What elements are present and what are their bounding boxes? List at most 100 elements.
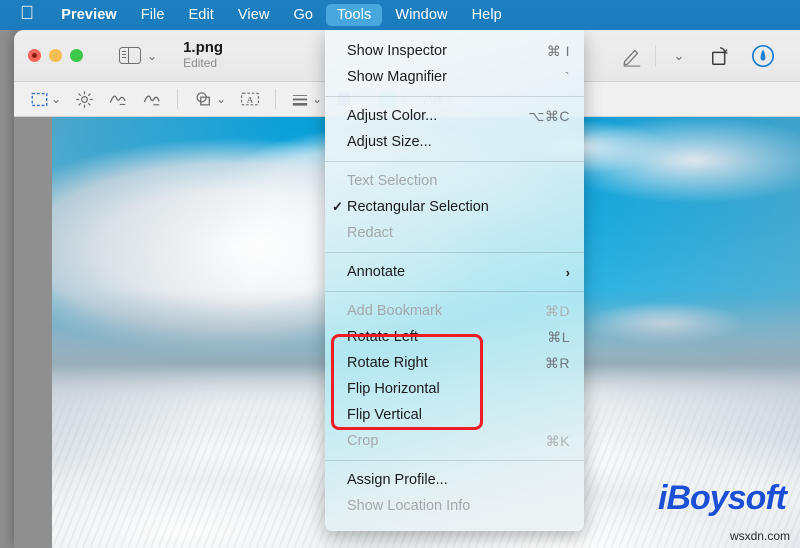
markup-tool-sketch[interactable] (101, 86, 135, 112)
watermark-iboysoft: iBoysoft (658, 479, 787, 517)
markup-divider (275, 89, 277, 109)
menu-bar-item-go[interactable]: Go (283, 4, 325, 26)
menu-item-label: Text Selection (347, 173, 438, 189)
menu-bar-item-preview[interactable]: Preview (50, 4, 128, 26)
menu-bar-item-help[interactable]: Help (461, 4, 513, 26)
menu-item-label: Adjust Color... (347, 108, 438, 124)
sidebar-icon (119, 47, 141, 64)
menu-item-adjust-size[interactable]: Adjust Size... (325, 129, 584, 155)
apple-logo-icon[interactable]:  (14, 4, 50, 26)
shape-style-icon (291, 91, 309, 107)
watermark-site: wsxdn.com (729, 529, 790, 543)
markup-divider (177, 89, 179, 109)
menu-item-label: Rotate Left (347, 329, 418, 345)
menu-bar-item-file[interactable]: File (130, 4, 176, 26)
chevron-down-icon[interactable]: ⌄ (312, 93, 322, 105)
instant-alpha-icon (75, 90, 94, 109)
markup-tool-instant-alpha[interactable] (68, 86, 101, 112)
close-button[interactable] (28, 49, 41, 62)
chevron-right-icon: › (565, 264, 570, 280)
checkmark-icon: ✓ (332, 199, 343, 214)
menu-bar-item-view[interactable]: View (227, 4, 281, 26)
menu-item-adjust-color[interactable]: Adjust Color... ⌥⌘C (325, 103, 584, 129)
menu-bar-item-edit[interactable]: Edit (178, 4, 225, 26)
menu-item-label: Adjust Size... (347, 134, 432, 150)
menu-item-shortcut: ` (564, 69, 570, 85)
markup-tool-text[interactable]: A (233, 86, 267, 112)
markup-tool-rectangular-selection[interactable]: ⌄ (24, 86, 68, 112)
menu-item-label: Flip Vertical (347, 407, 422, 423)
sidebar-toggle-button[interactable]: ⌄ (119, 47, 157, 64)
menu-item-crop: Crop ⌘K (325, 428, 584, 454)
menu-separator (325, 96, 584, 97)
rotate-icon (712, 46, 728, 65)
toolbar-divider (655, 44, 656, 67)
menu-item-label: Rotate Right (347, 355, 428, 371)
menu-item-label: Flip Horizontal (347, 381, 440, 397)
share-button[interactable] (742, 39, 784, 73)
menu-item-rotate-right[interactable]: Rotate Right ⌘R (325, 350, 584, 376)
draw-icon (142, 90, 162, 108)
menu-item-label: Show Magnifier (347, 69, 447, 85)
menu-item-label: Rectangular Selection (347, 199, 489, 215)
chevron-down-icon: ⌄ (673, 48, 685, 63)
share-badge-icon (751, 44, 775, 67)
menu-item-label: Show Location Info (347, 498, 471, 514)
menu-item-show-magnifier[interactable]: Show Magnifier ` (325, 64, 584, 90)
document-name: 1.png (183, 39, 224, 57)
traffic-lights (14, 49, 83, 62)
chevron-down-icon[interactable]: ⌄ (51, 93, 61, 105)
rotate-button[interactable] (700, 39, 742, 73)
menu-item-label: Crop (347, 433, 379, 449)
menu-item-shortcut: ⌘K (545, 432, 570, 449)
menu-item-text-selection: Text Selection (325, 168, 584, 194)
markup-tool-shape-style[interactable]: ⌄ (284, 86, 329, 112)
menu-item-shortcut: ⌘L (547, 328, 570, 345)
document-edited-status: Edited (183, 56, 218, 71)
text-icon: A (240, 91, 260, 107)
menu-bar-items: Preview File Edit View Go Tools Window Help (50, 4, 513, 26)
tools-dropdown-menu: Show Inspector ⌘ I Show Magnifier ` Adjust C… (325, 30, 584, 531)
menu-separator (325, 291, 584, 292)
menu-bar:  PreviewFileEditViewGoToolsWindowHelp (0, 0, 800, 30)
chevron-down-icon[interactable]: ⌄ (147, 50, 157, 62)
menu-item-flip-vertical[interactable]: Flip Vertical (325, 402, 584, 428)
menu-item-assign-profile[interactable]: Assign Profile... (325, 467, 584, 493)
menu-separator (325, 460, 584, 461)
menu-item-rectangular-selection[interactable]: ✓ Rectangular Selection (325, 194, 584, 220)
toolbar-right: ⌄ (611, 39, 800, 73)
menu-item-show-location-info: Show Location Info (325, 493, 584, 519)
screen:  PreviewFileEditViewGoToolsWindowHelp ⌄… (0, 0, 800, 548)
menu-item-add-bookmark: Add Bookmark ⌘D (325, 298, 584, 324)
markup-pen-icon (623, 49, 641, 67)
menu-bar-item-tools[interactable]: Tools (326, 4, 383, 26)
rectangular-selection-icon (31, 92, 48, 107)
menu-item-shortcut: ⌘R (544, 354, 570, 371)
menu-item-shortcut: ⌘D (544, 302, 570, 319)
chevron-down-icon[interactable]: ⌄ (216, 93, 226, 105)
markup-tool-draw[interactable] (135, 86, 169, 112)
menu-item-shortcut: ⌘ I (546, 42, 570, 59)
minimize-button[interactable] (49, 49, 62, 62)
menu-separator (325, 161, 584, 162)
menu-item-show-inspector[interactable]: Show Inspector ⌘ I (325, 38, 584, 64)
menu-item-label: Show Inspector (347, 43, 447, 59)
menu-item-annotate[interactable]: Annotate › (325, 259, 584, 285)
menu-separator (325, 252, 584, 253)
markup-options-button[interactable]: ⌄ (658, 39, 700, 73)
maximize-button[interactable] (70, 49, 83, 62)
markup-pen-button[interactable] (611, 39, 653, 73)
menu-item-flip-horizontal[interactable]: Flip Horizontal (325, 376, 584, 402)
menu-item-label: Assign Profile... (347, 472, 448, 488)
menu-item-rotate-left[interactable]: Rotate Left ⌘L (325, 324, 584, 350)
menu-item-redact: Redact (325, 220, 584, 246)
menu-item-shortcut: ⌥⌘C (528, 107, 570, 124)
svg-text:A: A (247, 95, 254, 105)
document-title: 1.png Edited (183, 39, 223, 72)
markup-tool-shapes[interactable]: ⌄ (186, 86, 233, 112)
menu-item-label: Add Bookmark (347, 303, 443, 319)
menu-bar-item-window[interactable]: Window (384, 4, 458, 26)
menu-item-label: Annotate (347, 264, 406, 280)
menu-item-label: Redact (347, 225, 393, 241)
shapes-icon (193, 90, 213, 108)
